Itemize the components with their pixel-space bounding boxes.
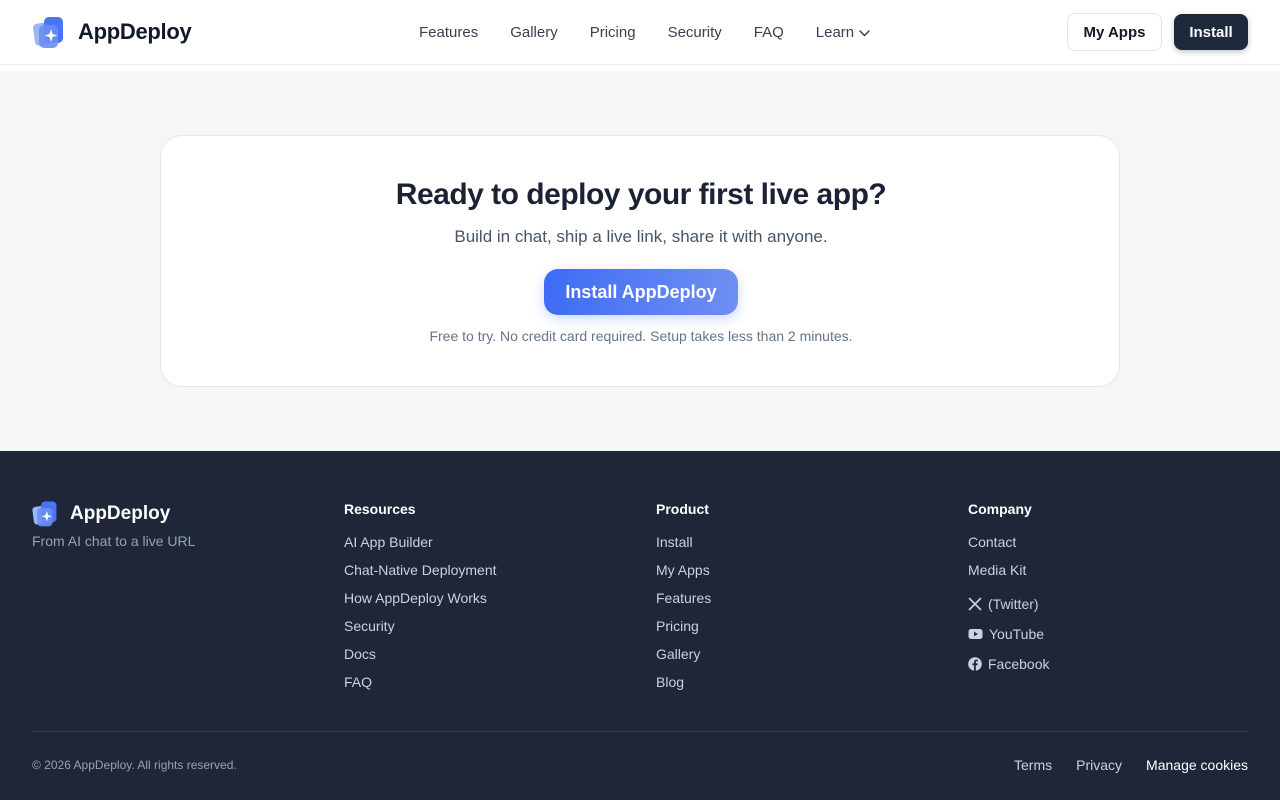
nav-faq[interactable]: FAQ: [754, 22, 784, 44]
nav-security[interactable]: Security: [668, 22, 722, 44]
youtube-icon: [968, 629, 983, 639]
nav-gallery[interactable]: Gallery: [510, 22, 558, 44]
footer-link-youtube[interactable]: YouTube: [968, 619, 1049, 649]
site-header: AppDeploy Features Gallery Pricing Secur…: [0, 0, 1280, 65]
x-icon: [968, 597, 982, 611]
footer-copyright: © 2026 AppDeploy. All rights reserved.: [32, 758, 237, 772]
footer-link-docs[interactable]: Docs: [344, 645, 497, 673]
footer-link-privacy[interactable]: Privacy: [1076, 757, 1122, 773]
footer-brand[interactable]: AppDeploy: [32, 499, 170, 528]
cta-title: Ready to deploy your first live app?: [395, 178, 887, 211]
footer-heading-resources: Resources: [344, 501, 416, 517]
cta-card: Ready to deploy your first live app? Bui…: [160, 135, 1120, 387]
footer-brand-name: AppDeploy: [70, 502, 171, 524]
footer-company: Company Contact Media Kit (Twitter) YouT…: [968, 501, 1049, 679]
footer-link-gallery[interactable]: Gallery: [656, 645, 711, 673]
footer-link-facebook[interactable]: Facebook: [968, 649, 1049, 679]
main-nav: Features Gallery Pricing Security FAQ Le…: [419, 22, 870, 44]
nav-learn-label: Learn: [815, 24, 855, 41]
facebook-icon: [968, 657, 982, 671]
footer-product: Product Install My Apps Features Pricing…: [656, 501, 711, 701]
chevron-down-icon: [859, 29, 870, 36]
footer-link-terms[interactable]: Terms: [1014, 757, 1052, 773]
footer-divider: [32, 731, 1248, 732]
footer-heading-product: Product: [656, 501, 709, 517]
footer-link-blog[interactable]: Blog: [656, 673, 711, 701]
cta-subtitle: Build in chat, ship a live link, share i…: [454, 227, 828, 246]
appdeploy-logo-icon: [33, 17, 63, 48]
footer-link-features[interactable]: Features: [656, 589, 711, 617]
brand-name: AppDeploy: [78, 19, 192, 44]
footer-link-how-it-works[interactable]: How AppDeploy Works: [344, 589, 497, 617]
footer-link-chat-native-deployment[interactable]: Chat-Native Deployment: [344, 561, 497, 589]
footer-facebook-label: Facebook: [988, 656, 1050, 672]
footer-tagline: From AI chat to a live URL: [32, 533, 196, 549]
brand-link[interactable]: AppDeploy: [33, 14, 192, 50]
footer-link-pricing[interactable]: Pricing: [656, 617, 711, 645]
footer-twitter-label: (Twitter): [988, 596, 1039, 612]
nav-features[interactable]: Features: [419, 22, 478, 44]
footer-link-media-kit[interactable]: Media Kit: [968, 561, 1049, 589]
footer-link-contact[interactable]: Contact: [968, 533, 1049, 561]
footer-youtube-label: YouTube: [989, 626, 1045, 642]
install-appdeploy-button[interactable]: Install AppDeploy: [544, 269, 738, 315]
footer-link-install[interactable]: Install: [656, 533, 711, 561]
footer-link-twitter[interactable]: (Twitter): [968, 589, 1049, 619]
footer-heading-company: Company: [968, 501, 1032, 517]
site-footer: AppDeploy From AI chat to a live URL Res…: [0, 451, 1280, 800]
appdeploy-logo-icon: [32, 501, 57, 527]
manage-cookies-button[interactable]: Manage cookies: [1146, 757, 1248, 773]
nav-learn-dropdown[interactable]: Learn: [816, 22, 870, 44]
install-button[interactable]: Install: [1174, 14, 1248, 50]
footer-resources: Resources AI App Builder Chat-Native Dep…: [344, 501, 497, 701]
footer-link-my-apps[interactable]: My Apps: [656, 561, 711, 589]
footer-link-faq[interactable]: FAQ: [344, 673, 497, 701]
footer-link-security[interactable]: Security: [344, 617, 497, 645]
nav-pricing[interactable]: Pricing: [590, 22, 636, 44]
footer-link-ai-app-builder[interactable]: AI App Builder: [344, 533, 497, 561]
header-strip: [0, 65, 1280, 71]
footer-legal-links: Terms Privacy Manage cookies: [990, 757, 1248, 773]
my-apps-button[interactable]: My Apps: [1067, 13, 1162, 51]
cta-note: Free to try. No credit card required. Se…: [429, 328, 853, 344]
